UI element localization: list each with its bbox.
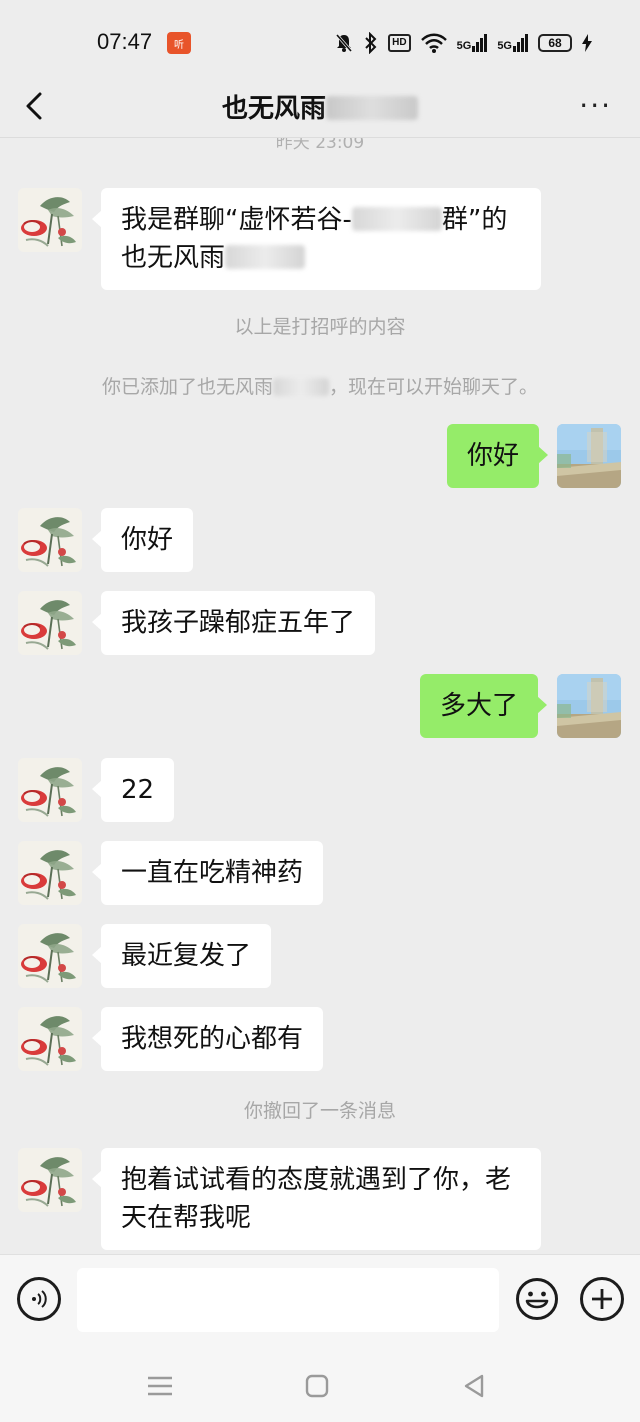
contact-avatar[interactable] bbox=[18, 591, 82, 655]
system-message: 你已添加了也无风雨 ，现在可以开始聊天了。 bbox=[0, 372, 640, 399]
mute-bell-icon bbox=[336, 34, 353, 52]
message-bubble[interactable]: 多大了 bbox=[420, 674, 548, 738]
status-time: 07:47 bbox=[97, 29, 153, 54]
system-message: 以上是打招呼的内容 bbox=[234, 316, 406, 338]
message-input[interactable] bbox=[77, 1268, 499, 1332]
hd-badge: HD bbox=[388, 34, 411, 52]
plus-icon bbox=[592, 1289, 612, 1309]
self-avatar[interactable] bbox=[557, 424, 621, 488]
message-bubble[interactable]: 你好 bbox=[91, 508, 194, 572]
status-bar: 07:47 听 HD 5G 5G 68 bbox=[0, 0, 640, 80]
wifi-icon bbox=[420, 33, 447, 53]
home-icon[interactable] bbox=[301, 1370, 333, 1402]
system-text: 你已添加了也无风雨 bbox=[101, 376, 273, 398]
contact-avatar[interactable] bbox=[18, 508, 82, 572]
redaction-blur bbox=[351, 207, 442, 231]
contact-avatar[interactable] bbox=[18, 841, 82, 905]
self-avatar[interactable] bbox=[557, 674, 621, 738]
voice-input-button[interactable] bbox=[17, 1277, 61, 1321]
message-text: 群”的 bbox=[441, 205, 508, 235]
contact-avatar[interactable] bbox=[18, 924, 82, 988]
battery-indicator: 68 bbox=[538, 34, 572, 52]
charging-bolt-icon bbox=[582, 34, 592, 52]
contact-avatar[interactable] bbox=[18, 758, 82, 822]
contact-avatar[interactable] bbox=[18, 1148, 82, 1212]
recall-notice: 你撤回了一条消息 bbox=[243, 1100, 396, 1122]
more-functions-button[interactable] bbox=[580, 1277, 624, 1321]
chat-header: 也无风雨 ··· bbox=[0, 80, 640, 138]
signal-5g-2: 5G bbox=[497, 34, 528, 52]
input-bar bbox=[0, 1254, 640, 1350]
voice-icon bbox=[32, 1290, 47, 1308]
system-text: ，现在可以开始聊天了。 bbox=[329, 376, 539, 398]
message-bubble[interactable]: 最近复发了 bbox=[91, 924, 272, 988]
message-text: 也无风雨 bbox=[121, 243, 226, 273]
chat-title-text: 也无风雨 bbox=[221, 94, 326, 124]
message-bubble[interactable]: 我孩子躁郁症五年了 bbox=[91, 591, 376, 655]
message-bubble[interactable]: 一直在吃精神药 bbox=[91, 841, 324, 905]
title-blur-redaction bbox=[326, 96, 418, 120]
contact-avatar[interactable] bbox=[18, 1007, 82, 1071]
message-timestamp: 昨天 23:09 bbox=[275, 138, 365, 153]
chat-messages[interactable]: 昨天 23:09 我是群聊“虚怀若谷- 群”的 也无风雨 以上是打招呼的内容 你已… bbox=[0, 138, 640, 1254]
message-text: 天在帮我呢 bbox=[121, 1203, 252, 1233]
message-bubble[interactable]: 22 bbox=[91, 758, 175, 822]
message-bubble[interactable]: 我是群聊“虚怀若谷- 群”的 也无风雨 bbox=[92, 188, 541, 290]
signal-5g-2-label: 5G bbox=[497, 40, 512, 52]
menu-icon[interactable] bbox=[144, 1370, 176, 1402]
message-text: 抱着试试看的态度就遇到了你，老 bbox=[121, 1165, 512, 1195]
message-bubble[interactable]: 我想死的心都有 bbox=[91, 1007, 324, 1071]
back-triangle-icon[interactable] bbox=[458, 1370, 490, 1402]
bluetooth-icon bbox=[365, 32, 377, 54]
chat-title: 也无风雨 bbox=[0, 88, 640, 125]
message-bubble[interactable]: 抱着试试看的态度就遇到了你，老 天在帮我呢 bbox=[92, 1148, 541, 1250]
listen-app-icon: 听 bbox=[167, 32, 191, 54]
signal-5g-1-label: 5G bbox=[456, 40, 472, 52]
more-options-button[interactable]: ··· bbox=[579, 92, 612, 120]
system-nav-bar bbox=[0, 1350, 640, 1422]
redaction-blur bbox=[225, 245, 306, 269]
emoji-icon[interactable] bbox=[515, 1277, 559, 1321]
signal-5g-1: 5G bbox=[457, 34, 488, 52]
message-bubble[interactable]: 你好 bbox=[447, 424, 549, 488]
redaction-blur bbox=[273, 378, 329, 396]
contact-avatar[interactable] bbox=[18, 188, 82, 252]
status-icons: HD 5G 5G 68 bbox=[334, 30, 592, 56]
message-text: 我是群聊“虚怀若谷- bbox=[121, 205, 352, 235]
